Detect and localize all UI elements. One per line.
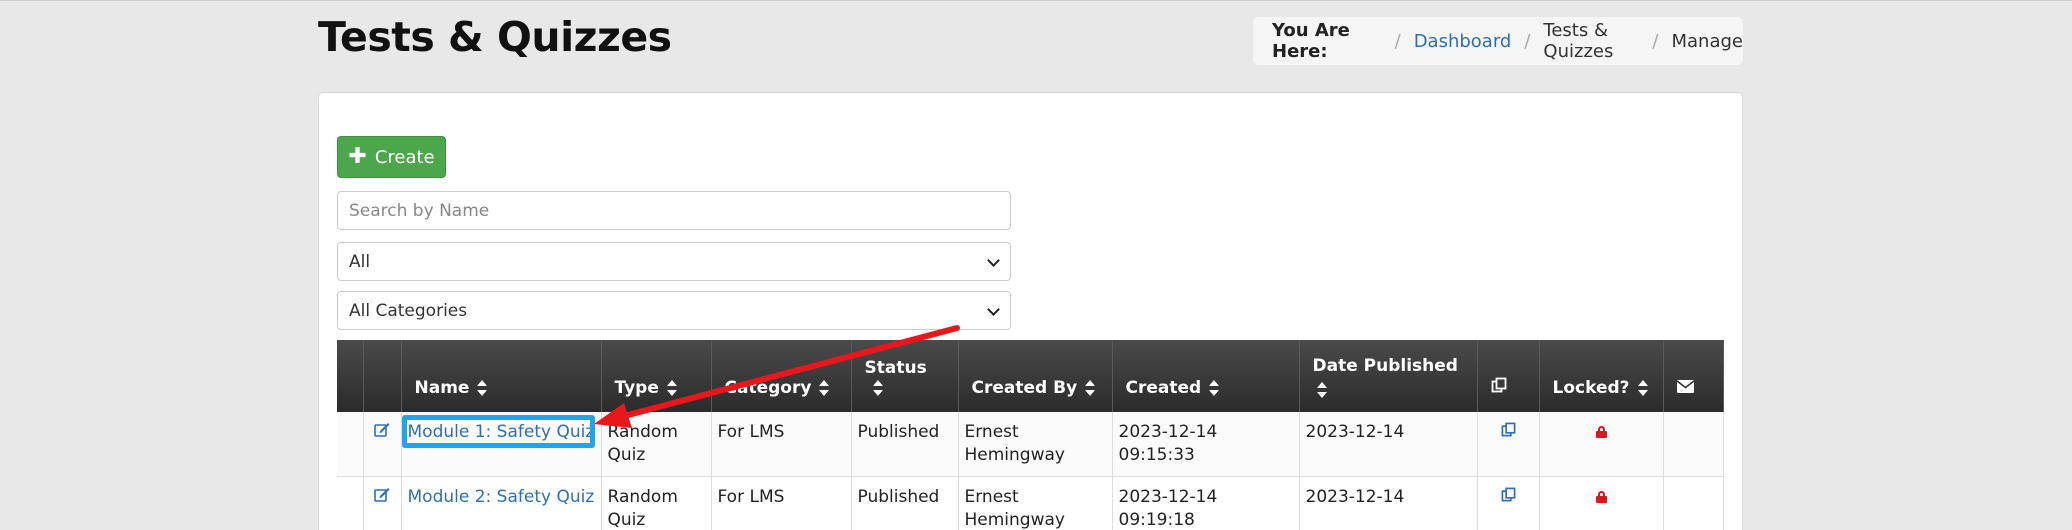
col-header-locked[interactable]: Locked? — [1539, 340, 1664, 412]
breadcrumb-lead: You Are Here: — [1272, 20, 1350, 62]
search-input[interactable]: Search by Name — [337, 191, 1011, 230]
create-button[interactable]: ✚ Create — [337, 136, 446, 178]
plus-icon: ✚ — [348, 144, 367, 169]
edit-icon[interactable] — [374, 422, 390, 437]
col-header-created-by-label: Created By — [971, 378, 1078, 398]
col-header-created[interactable]: Created — [1112, 340, 1300, 412]
chevron-down-icon — [987, 303, 1000, 316]
row-select-cell[interactable] — [337, 412, 364, 477]
col-header-created-label: Created — [1125, 378, 1202, 398]
col-header-copy — [1477, 340, 1540, 412]
col-header-name-label: Name — [414, 378, 470, 398]
breadcrumb: You Are Here: / Dashboard / Tests & Quiz… — [1253, 17, 1743, 65]
date-published-cell: 2023-12-14 — [1299, 476, 1478, 530]
sort-icon — [666, 380, 677, 396]
copy-cell[interactable] — [1477, 412, 1540, 477]
col-header-category-label: Category — [724, 378, 812, 398]
col-header-email — [1663, 340, 1724, 412]
col-header-category[interactable]: Category — [711, 340, 852, 412]
status-select[interactable]: All — [337, 242, 1011, 281]
col-header-select — [337, 340, 364, 412]
create-button-label: Create — [374, 146, 435, 168]
email-cell — [1663, 412, 1724, 477]
breadcrumb-tests-quizzes: Tests & Quizzes — [1543, 20, 1614, 62]
email-cell — [1663, 476, 1724, 530]
category-select-value: All Categories — [349, 300, 468, 321]
col-header-name[interactable]: Name — [401, 340, 602, 412]
created-cell: 2023-12-14 09:19:18 — [1112, 476, 1300, 530]
quiz-name-link[interactable]: Module 2: Safety Quiz — [408, 487, 595, 507]
created-cell: 2023-12-14 09:15:33 — [1112, 412, 1300, 477]
sort-icon — [1316, 382, 1327, 398]
breadcrumb-separator: / — [1394, 30, 1401, 52]
edit-cell[interactable] — [363, 412, 402, 477]
locked-cell — [1539, 476, 1664, 530]
category-select[interactable]: All Categories — [337, 291, 1011, 330]
lock-icon — [1595, 491, 1607, 503]
breadcrumb-dashboard-link[interactable]: Dashboard — [1414, 31, 1512, 52]
category-cell: For LMS — [711, 476, 852, 530]
col-header-locked-label: Locked? — [1552, 378, 1630, 398]
sort-icon — [1637, 380, 1648, 396]
copy-icon[interactable] — [1501, 422, 1516, 437]
sort-icon — [1209, 380, 1220, 396]
col-header-status[interactable]: Status — [851, 340, 959, 412]
sort-icon — [872, 380, 883, 396]
breadcrumb-separator: / — [1524, 30, 1531, 52]
edit-icon[interactable] — [374, 487, 390, 502]
row-select-cell[interactable] — [337, 476, 364, 530]
sort-icon — [477, 380, 488, 396]
col-header-date-published[interactable]: Date Published — [1299, 340, 1478, 412]
col-header-date-published-label: Date Published — [1312, 356, 1458, 376]
col-header-edit — [363, 340, 402, 412]
status-select-value: All — [349, 251, 371, 272]
breadcrumb-separator: / — [1652, 30, 1659, 52]
created-by-cell: Ernest Hemingway — [958, 412, 1113, 477]
date-published-cell: 2023-12-14 — [1299, 412, 1478, 477]
category-cell: For LMS — [711, 412, 852, 477]
col-header-created-by[interactable]: Created By — [958, 340, 1113, 412]
page-title: Tests & Quizzes — [318, 13, 672, 61]
edit-cell[interactable] — [363, 476, 402, 530]
status-cell: Published — [851, 412, 959, 477]
col-header-type[interactable]: Type — [601, 340, 712, 412]
name-cell: Module 2: Safety Quiz — [401, 476, 602, 530]
table-row: Module 2: Safety Quiz Random Quiz For LM… — [337, 476, 1724, 530]
chevron-down-icon — [987, 254, 1000, 267]
sort-icon — [1085, 380, 1096, 396]
table-header-row: Name Type Category Status Created By Cre… — [337, 340, 1724, 412]
copy-icon[interactable] — [1501, 487, 1516, 502]
col-header-type-label: Type — [614, 378, 659, 398]
copy-icon — [1491, 377, 1506, 393]
lock-icon — [1595, 426, 1607, 438]
envelope-icon — [1676, 380, 1694, 393]
copy-cell[interactable] — [1477, 476, 1540, 530]
highlight-box — [402, 415, 595, 448]
col-header-status-label: Status — [864, 358, 927, 378]
sort-icon — [819, 380, 830, 396]
status-cell: Published — [851, 476, 959, 530]
type-cell: Random Quiz — [601, 412, 712, 477]
created-by-cell: Ernest Hemingway — [958, 476, 1113, 530]
locked-cell — [1539, 412, 1664, 477]
type-cell: Random Quiz — [601, 476, 712, 530]
breadcrumb-manage: Manage — [1671, 30, 1744, 52]
